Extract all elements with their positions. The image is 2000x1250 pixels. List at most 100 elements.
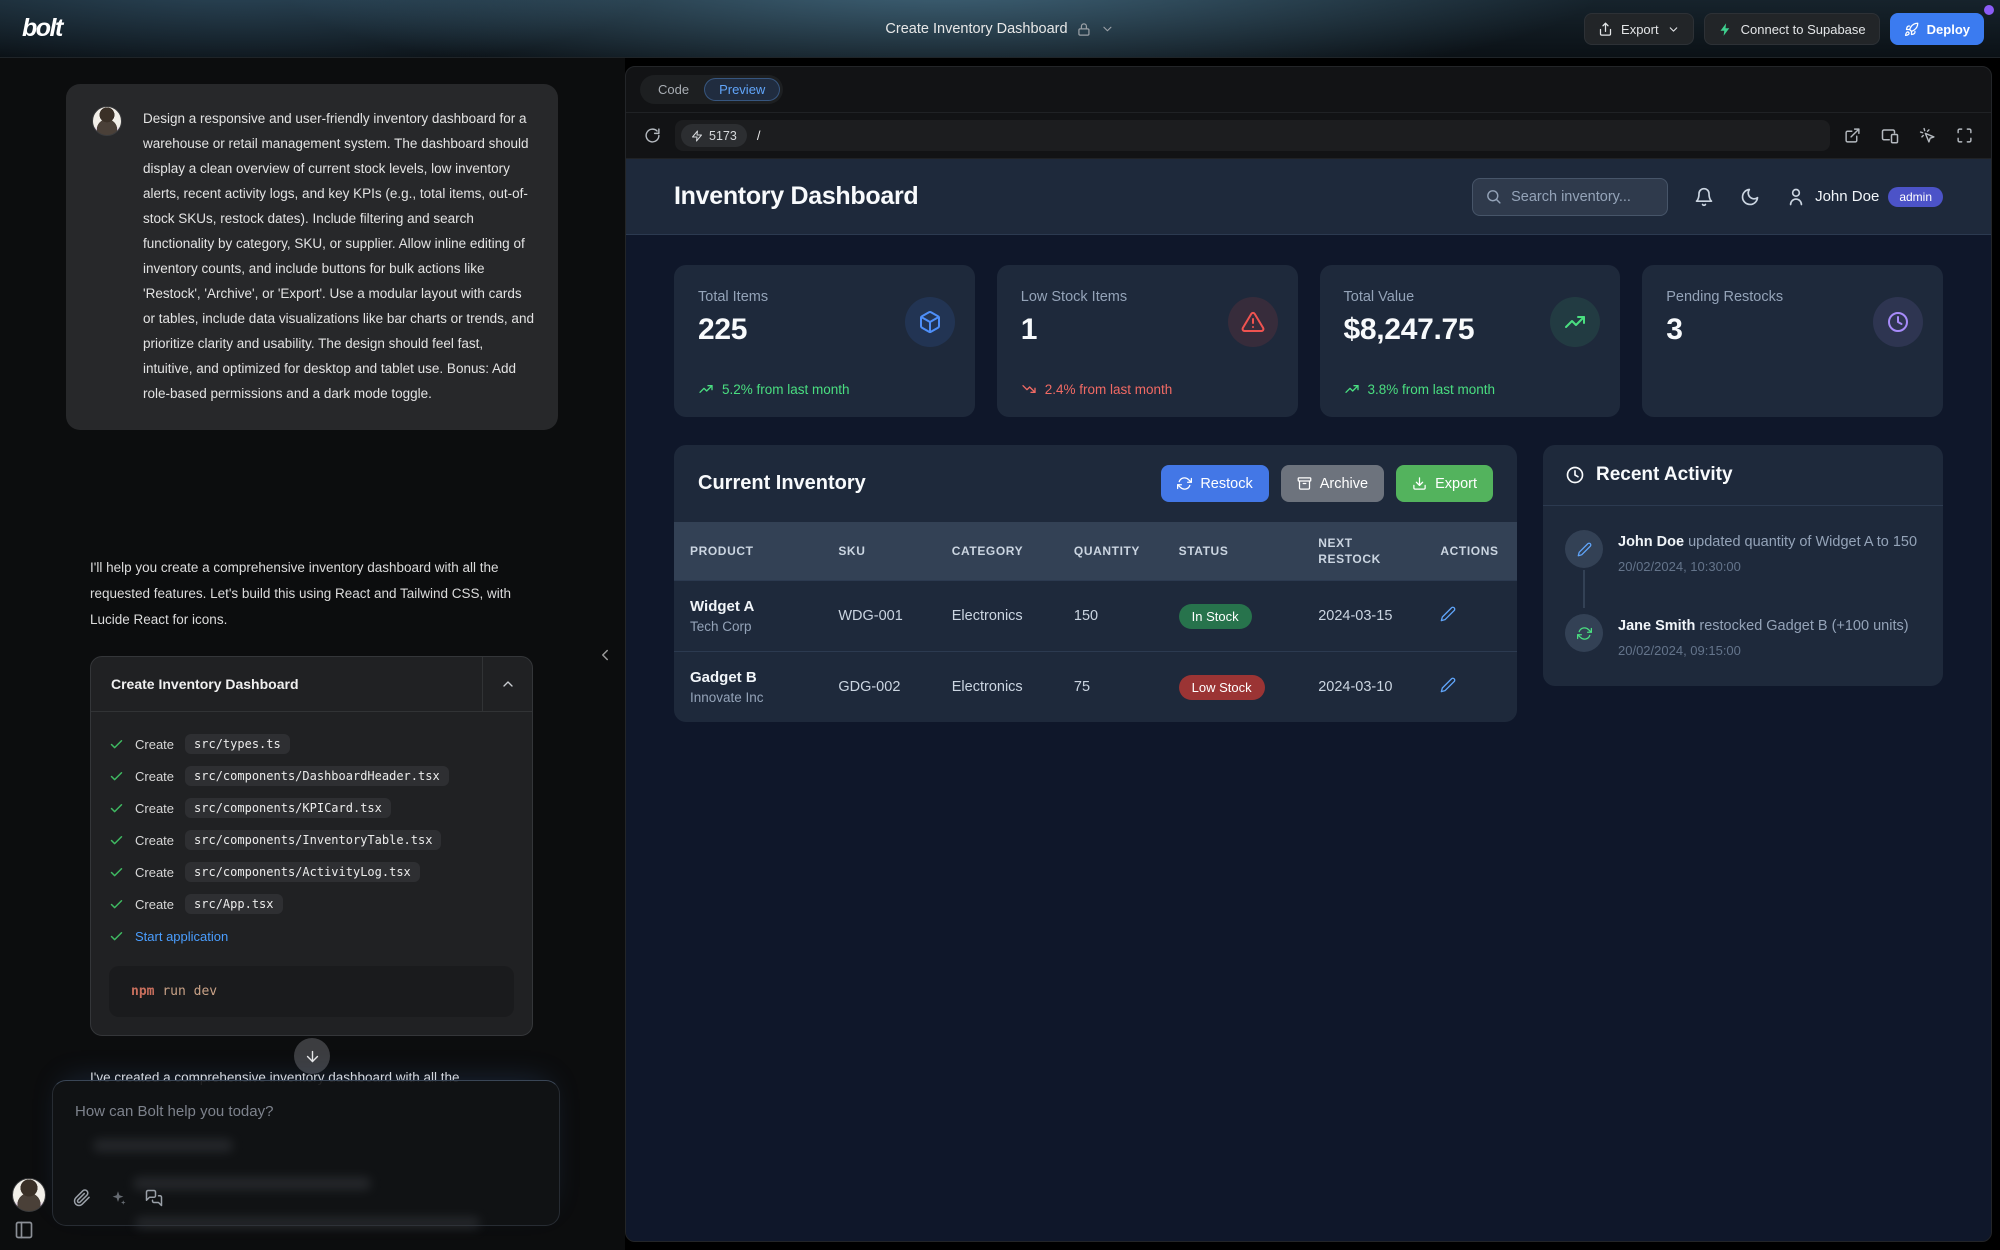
sku-cell: GDG-002 xyxy=(822,652,935,723)
step-file[interactable]: src/components/ActivityLog.tsx xyxy=(185,862,420,882)
check-icon xyxy=(109,865,124,880)
kpi-trend: 3.8% from last month xyxy=(1344,381,1496,397)
blurred-suggestion xyxy=(133,1177,371,1190)
account-avatar[interactable] xyxy=(12,1178,46,1212)
kpi-trend: 2.4% from last month xyxy=(1021,381,1173,397)
table-row: Widget A Tech Corp WDG-001 Electronics 1… xyxy=(674,581,1517,652)
zap-icon xyxy=(691,130,703,142)
export-label: Export xyxy=(1621,22,1659,37)
tab-code[interactable]: Code xyxy=(643,78,704,101)
search-box[interactable] xyxy=(1472,178,1668,216)
trend-down-icon xyxy=(1021,381,1037,397)
restock-button[interactable]: Restock xyxy=(1161,465,1268,502)
export-button[interactable]: Export xyxy=(1584,13,1694,45)
trending-up-icon xyxy=(1550,297,1600,347)
user-icon xyxy=(1786,187,1806,207)
chat-panel: Design a responsive and user-friendly in… xyxy=(0,58,625,1250)
check-icon xyxy=(109,897,124,912)
top-bar: bolt Create Inventory Dashboard Export C… xyxy=(0,0,2000,58)
notification-dot xyxy=(1984,5,1994,15)
activity-timestamp: 20/02/2024, 09:15:00 xyxy=(1618,643,1909,658)
clock-icon xyxy=(1873,297,1923,347)
col-status: STATUS xyxy=(1163,522,1303,581)
sku-cell: WDG-001 xyxy=(822,581,935,652)
step-action: Create xyxy=(135,737,174,752)
step-file[interactable]: src/types.ts xyxy=(185,734,290,754)
step-action: Create xyxy=(135,769,174,784)
arrow-down-icon xyxy=(304,1048,321,1065)
artifact-card: Create Inventory Dashboard Create src/ty… xyxy=(90,656,533,1036)
fullscreen-icon[interactable] xyxy=(1956,127,1973,144)
step-action: Create xyxy=(135,833,174,848)
blurred-suggestion xyxy=(135,1217,480,1229)
start-application-link[interactable]: Start application xyxy=(135,929,228,944)
artifact-step: Create src/components/InventoryTable.tsx xyxy=(109,824,514,856)
step-action: Create xyxy=(135,897,174,912)
collapse-chat-handle[interactable] xyxy=(596,646,614,669)
inspect-cursor-icon[interactable] xyxy=(1919,127,1936,144)
reload-icon[interactable] xyxy=(644,127,661,144)
command-name: npm xyxy=(131,984,154,999)
project-title: Create Inventory Dashboard xyxy=(885,21,1067,37)
archive-button[interactable]: Archive xyxy=(1281,465,1384,502)
download-icon xyxy=(1412,476,1427,491)
open-external-icon[interactable] xyxy=(1844,127,1861,144)
artifact-step: Create src/components/DashboardHeader.ts… xyxy=(109,760,514,792)
status-badge: Low Stock xyxy=(1179,675,1265,700)
user-name: John Doe xyxy=(1815,188,1879,205)
quantity-cell[interactable]: 150 xyxy=(1058,581,1163,652)
chevron-down-icon xyxy=(1101,22,1115,36)
editor-tab-bar: Code Preview xyxy=(626,67,1991,113)
inventory-title: Current Inventory xyxy=(698,472,866,495)
col-actions: ACTIONS xyxy=(1424,522,1517,581)
collapse-artifact-button[interactable] xyxy=(482,657,532,711)
tab-preview[interactable]: Preview xyxy=(704,78,780,101)
export-csv-button[interactable]: Export xyxy=(1396,465,1493,502)
archive-icon xyxy=(1297,476,1312,491)
activity-actor: John Doe xyxy=(1618,534,1688,550)
connect-supabase-button[interactable]: Connect to Supabase xyxy=(1704,13,1880,45)
kpi-card-total-items: Total Items 225 5.2% from last month xyxy=(674,265,975,417)
scroll-down-button[interactable] xyxy=(294,1038,330,1074)
deploy-button[interactable]: Deploy xyxy=(1890,13,1984,45)
inventory-table: PRODUCT SKU CATEGORY QUANTITY STATUS NEX… xyxy=(674,522,1517,722)
chat-input[interactable] xyxy=(75,1103,515,1120)
responsive-devices-icon[interactable] xyxy=(1881,127,1899,145)
dark-mode-toggle-icon[interactable] xyxy=(1740,187,1760,207)
check-icon xyxy=(109,801,124,816)
step-file[interactable]: src/components/InventoryTable.tsx xyxy=(185,830,441,850)
search-input[interactable] xyxy=(1511,189,1651,205)
chevron-up-icon xyxy=(500,676,516,692)
user-avatar xyxy=(92,106,122,136)
step-file[interactable]: src/components/KPICard.tsx xyxy=(185,798,391,818)
notifications-bell-icon[interactable] xyxy=(1694,187,1714,207)
artifact-step: Create src/components/ActivityLog.tsx xyxy=(109,856,514,888)
artifact-step-start: Start application xyxy=(109,920,514,952)
terminal-command: npm run dev xyxy=(109,966,514,1017)
product-supplier: Tech Corp xyxy=(690,619,806,634)
sidebar-toggle-icon[interactable] xyxy=(14,1220,34,1245)
port-pill[interactable]: 5173 xyxy=(681,124,747,147)
user-menu[interactable]: John Doe admin xyxy=(1786,187,1943,207)
kpi-card-low-stock: Low Stock Items 1 2.4% from last month xyxy=(997,265,1298,417)
step-file[interactable]: src/components/DashboardHeader.tsx xyxy=(185,766,449,786)
activity-actor: Jane Smith xyxy=(1618,618,1699,634)
package-icon xyxy=(905,297,955,347)
kpi-card-pending-restocks: Pending Restocks 3 xyxy=(1642,265,1943,417)
enhance-prompt-icon[interactable] xyxy=(109,1189,127,1212)
attach-icon[interactable] xyxy=(73,1189,91,1212)
edit-icon[interactable] xyxy=(1440,606,1456,622)
quantity-cell[interactable]: 75 xyxy=(1058,652,1163,723)
discuss-mode-icon[interactable] xyxy=(145,1189,163,1212)
url-field[interactable]: 5173 / xyxy=(675,120,1830,151)
step-file[interactable]: src/App.tsx xyxy=(185,894,282,914)
bolt-logo[interactable]: bolt xyxy=(22,14,62,43)
trend-up-icon xyxy=(1344,381,1360,397)
project-title-menu[interactable]: Create Inventory Dashboard xyxy=(885,0,1114,58)
user-message-text: Design a responsive and user-friendly in… xyxy=(143,106,534,406)
chat-input-box[interactable] xyxy=(52,1080,560,1226)
rocket-icon xyxy=(1904,22,1919,37)
supabase-label: Connect to Supabase xyxy=(1741,22,1866,37)
edit-icon[interactable] xyxy=(1440,677,1456,693)
table-row: Gadget B Innovate Inc GDG-002 Electronic… xyxy=(674,652,1517,723)
